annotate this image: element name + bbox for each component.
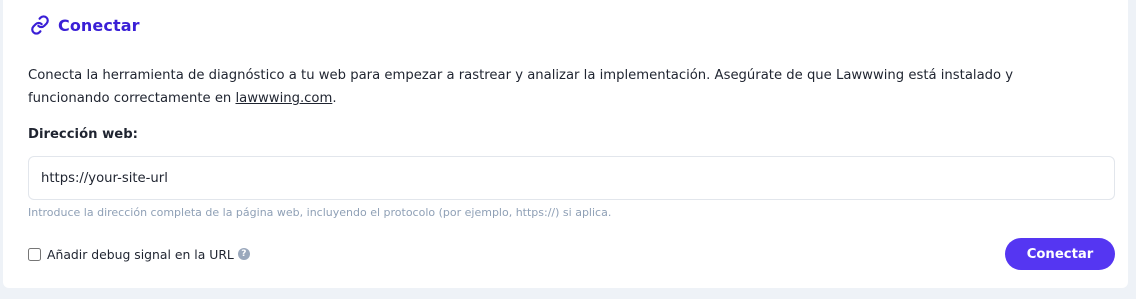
panel-title: Conectar bbox=[58, 15, 140, 35]
lawwwing-link[interactable]: lawwwing.com bbox=[235, 91, 332, 106]
description-body: Conecta la herramienta de diagnóstico a … bbox=[28, 68, 1014, 106]
question-icon[interactable]: ? bbox=[237, 248, 250, 260]
description-text: Conecta la herramienta de diagnóstico a … bbox=[28, 64, 1088, 110]
url-hint: Introduce la dirección completa de la pá… bbox=[28, 206, 612, 219]
description-suffix: . bbox=[332, 91, 337, 106]
link-icon bbox=[30, 15, 50, 35]
debug-option-row: Añadir debug signal en la URL ? bbox=[28, 246, 250, 262]
url-field-label: Dirección web: bbox=[28, 127, 138, 142]
panel-header: Conectar bbox=[30, 14, 140, 36]
url-input[interactable] bbox=[28, 156, 1115, 200]
connect-panel: Conectar Conecta la herramienta de diagn… bbox=[3, 0, 1128, 288]
debug-checkbox[interactable] bbox=[28, 247, 41, 261]
connect-button[interactable]: Conectar bbox=[1005, 238, 1115, 270]
debug-label[interactable]: Añadir debug signal en la URL bbox=[47, 247, 234, 262]
